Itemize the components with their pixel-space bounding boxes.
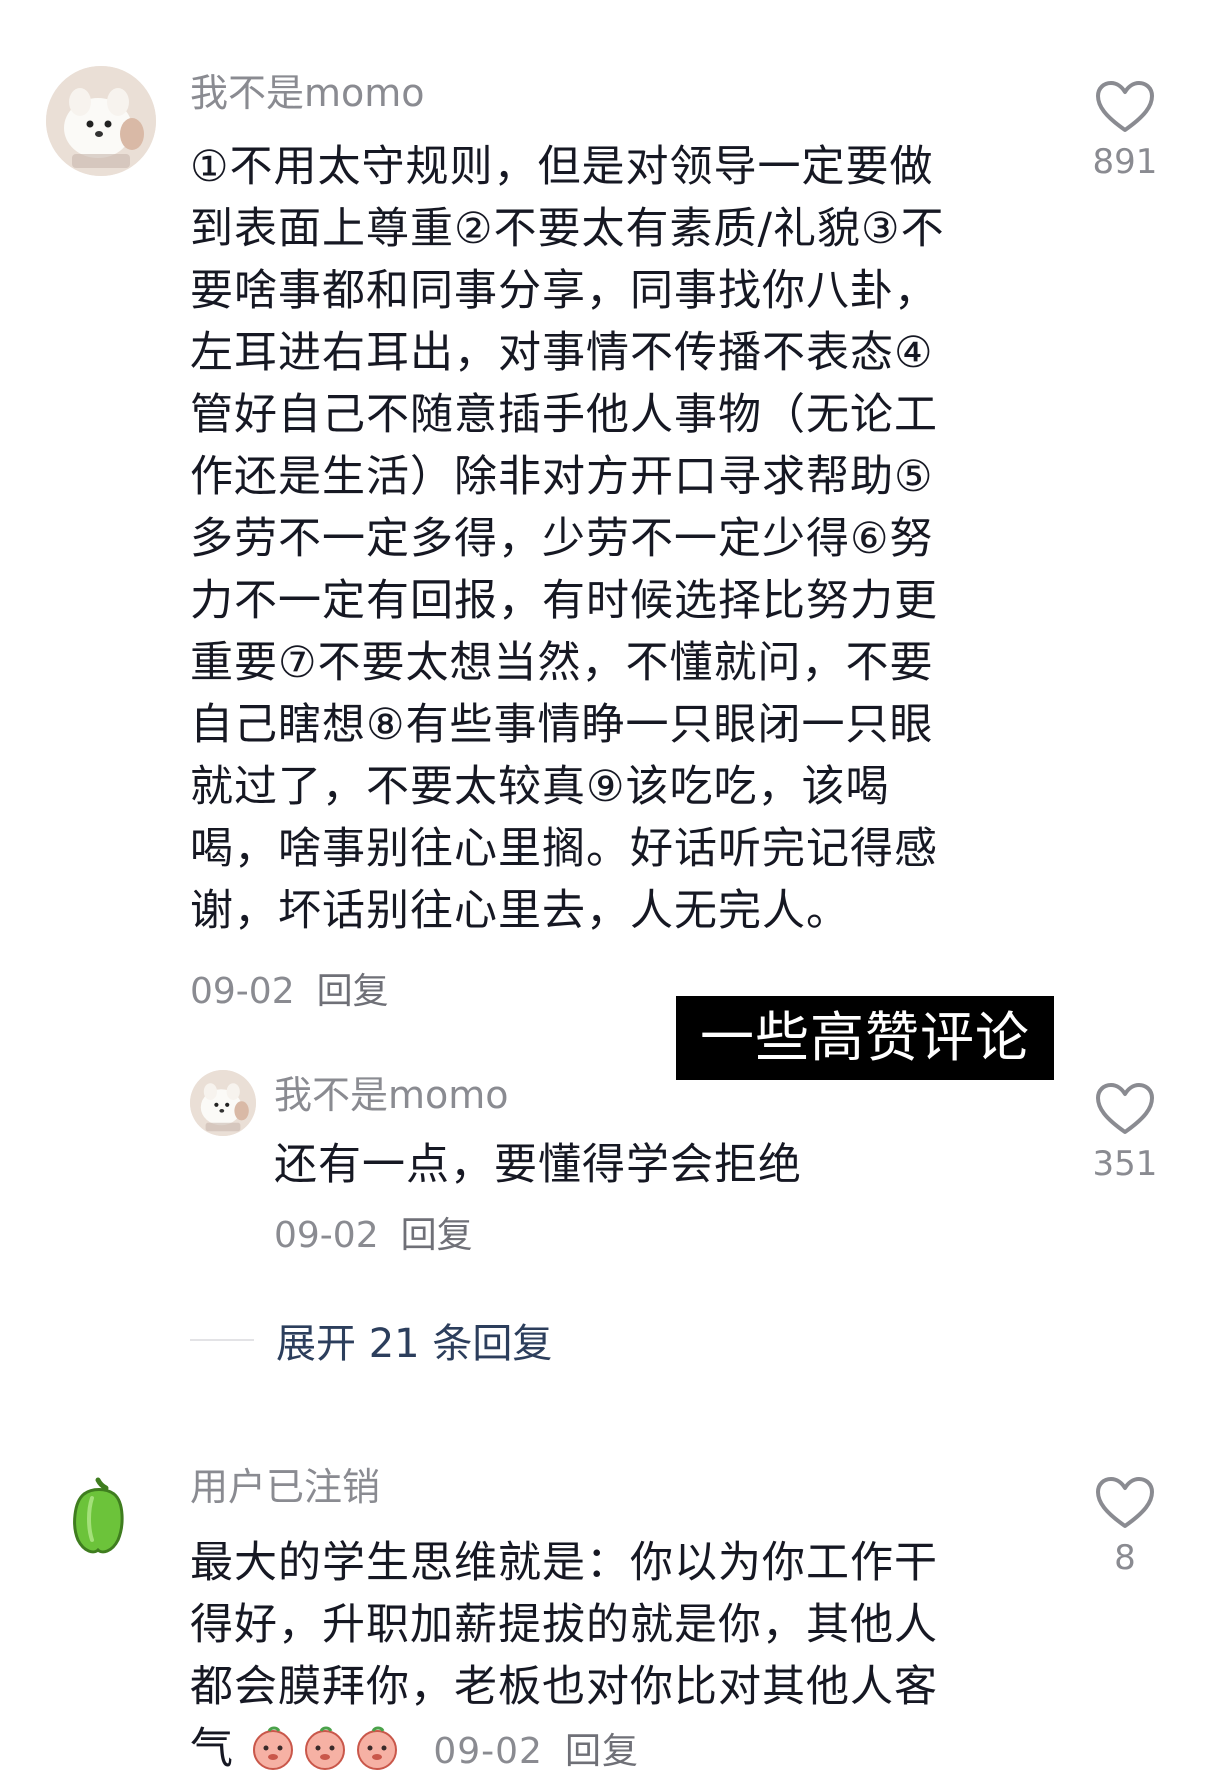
comment-text-line: ①不用太守规则，但是对领导一定要做 <box>190 142 934 192</box>
dog-avatar-icon <box>190 1070 256 1136</box>
comment-text-line: 都会膜拜你，老板也对你比对其他人客 <box>190 1662 938 1712</box>
comment-text-line: 到表面上尊重②不要太有素质/礼貌③不 <box>190 204 945 254</box>
comment-meta: 09-02 回复 <box>433 1731 639 1772</box>
divider <box>190 1339 254 1341</box>
like-button[interactable]: 8 <box>1080 1476 1170 1578</box>
expand-replies-label: 展开 21 条回复 <box>276 1321 553 1367</box>
comment-text-line: 重要⑦不要太想当然，不懂就问，不要 <box>190 638 934 688</box>
comment-text-line: 最大的学生思维就是：你以为你工作干 <box>190 1538 938 1588</box>
green-pepper-icon <box>73 1477 124 1554</box>
comment-text-line: 气 <box>190 1724 234 1774</box>
peach-emoji-icon <box>353 1723 401 1771</box>
peach-emoji-icon <box>301 1723 349 1771</box>
user-avatar[interactable] <box>46 66 156 176</box>
heart-icon <box>1096 81 1154 132</box>
user-avatar[interactable] <box>62 1476 134 1556</box>
heart-icon <box>1096 1477 1154 1528</box>
comment-username[interactable]: 我不是momo <box>190 74 425 112</box>
comment-text: ①不用太守规则，但是对领导一定要做 到表面上尊重②不要太有素质/礼貌③不 要啥事… <box>190 136 1030 942</box>
like-count: 891 <box>1092 142 1158 182</box>
comment-username[interactable]: 用户已注销 <box>190 1468 380 1506</box>
comment-text-line: 得好，升职加薪提拔的就是你，其他人 <box>190 1600 938 1650</box>
comment-text-line: 左耳进右耳出，对事情不传播不表态④ <box>190 328 934 378</box>
comment-meta: 09-02 回复 <box>274 1218 473 1254</box>
comment-text-line: 谢，坏话别往心里去，人无完人。 <box>190 886 850 936</box>
comment-text-last-line: 气 09-02 回复 <box>190 1718 1030 1780</box>
like-count: 351 <box>1092 1144 1158 1184</box>
overlay-caption: 一些高赞评论 <box>676 996 1054 1080</box>
comment-date: 09-02 <box>433 1731 543 1772</box>
comment-date: 09-02 <box>190 971 295 1012</box>
peach-emoji-icon <box>249 1723 297 1771</box>
comment-text: 还有一点，要懂得学会拒绝 <box>274 1140 802 1190</box>
comment-meta: 09-02 回复 <box>190 974 389 1010</box>
comment-text-line: 就过了，不要太较真⑨该吃吃，该喝 <box>190 762 890 812</box>
comment-text: 最大的学生思维就是：你以为你工作干 得好，升职加薪提拔的就是你，其他人 都会膜拜… <box>190 1532 1030 1780</box>
comment-text-line: 自己瞎想⑧有些事情睁一只眼闭一只眼 <box>190 700 934 750</box>
like-button[interactable]: 891 <box>1080 80 1170 182</box>
reply-button[interactable]: 回复 <box>565 1731 639 1772</box>
comment-text-line: 要啥事都和同事分享，同事找你八卦， <box>190 266 938 316</box>
reply-button[interactable]: 回复 <box>317 971 389 1012</box>
expand-replies-button[interactable]: 展开 21 条回复 <box>190 1310 552 1370</box>
comment-text-line: 力不一定有回报，有时候选择比努力更 <box>190 576 938 626</box>
reply-button[interactable]: 回复 <box>401 1215 473 1256</box>
user-avatar[interactable] <box>190 1070 256 1136</box>
like-count: 8 <box>1114 1538 1136 1578</box>
comment-text-line: 作还是生活）除非对方开口寻求帮助⑤ <box>190 452 934 502</box>
comment-username[interactable]: 我不是momo <box>274 1076 509 1114</box>
comment-text-line: 喝，啥事别往心里搁。好话听完记得感 <box>190 824 938 874</box>
dog-avatar-icon <box>46 66 156 176</box>
comment-text-line: 多劳不一定多得，少劳不一定少得⑥努 <box>190 514 934 564</box>
comment-date: 09-02 <box>274 1215 379 1256</box>
comment-text-line: 管好自己不随意插手他人事物（无论工 <box>190 390 938 440</box>
heart-icon <box>1096 1083 1154 1134</box>
like-button[interactable]: 351 <box>1080 1082 1170 1184</box>
